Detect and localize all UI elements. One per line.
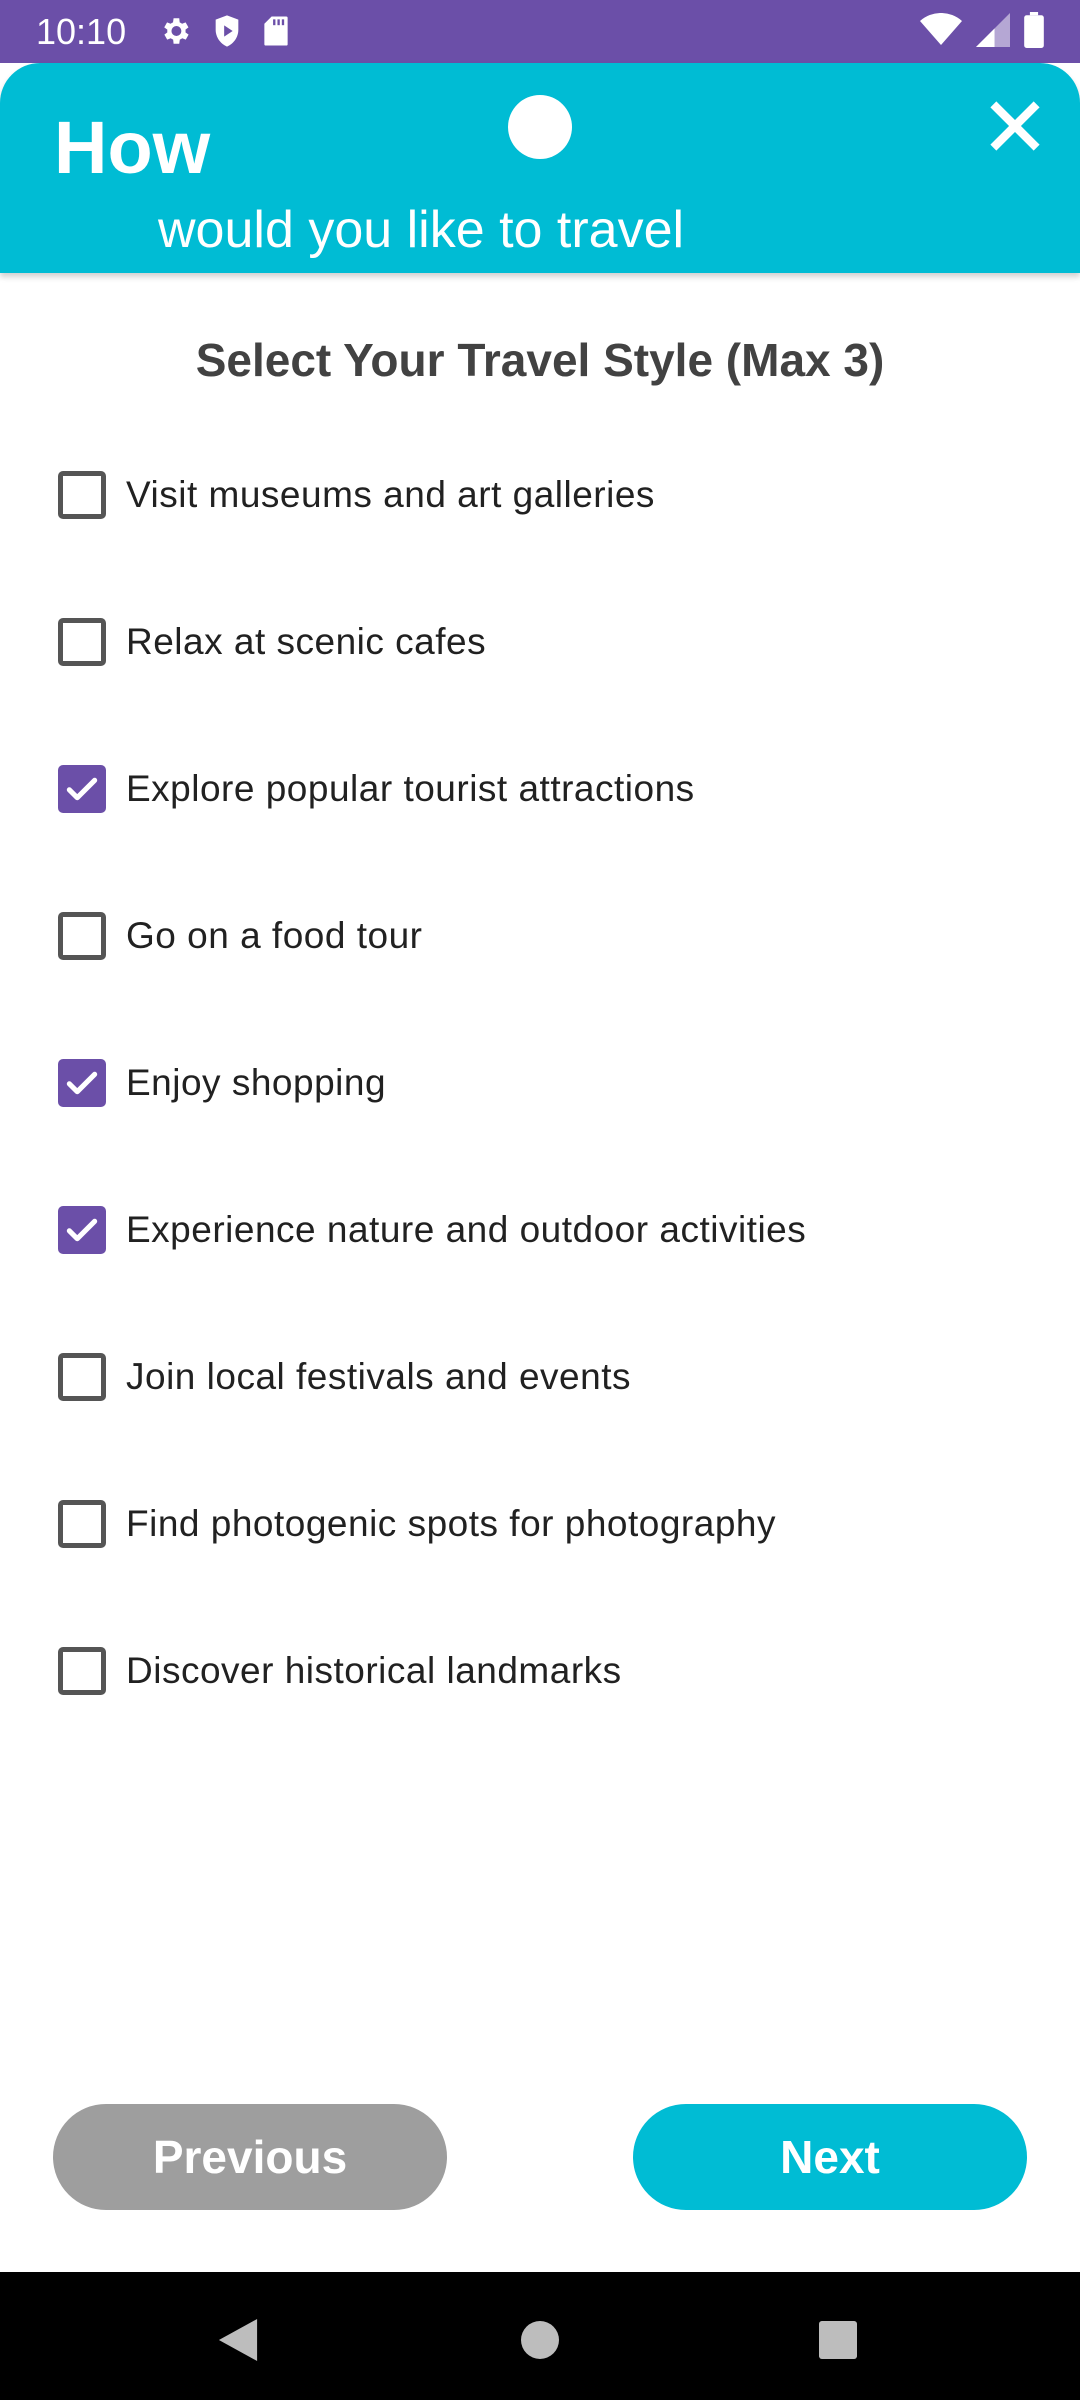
gear-icon bbox=[158, 14, 192, 48]
previous-button[interactable]: Previous bbox=[53, 2104, 447, 2210]
recents-button[interactable] bbox=[808, 2312, 868, 2372]
checkbox[interactable] bbox=[58, 765, 106, 813]
back-button[interactable] bbox=[208, 2312, 268, 2372]
home-button[interactable] bbox=[510, 2312, 570, 2372]
page-subtitle: would you like to travel bbox=[158, 201, 685, 259]
option-label: Experience nature and outdoor activities bbox=[126, 1209, 807, 1250]
option-label: Find photogenic spots for photography bbox=[126, 1503, 776, 1544]
option-attractions[interactable]: Explore popular tourist attractions bbox=[58, 760, 1038, 907]
option-label: Visit museums and art galleries bbox=[126, 474, 655, 515]
status-bar: 10:10 bbox=[0, 0, 1080, 63]
travel-style-list: Visit museums and art galleries Relax at… bbox=[58, 466, 1038, 1789]
section-title: Select Your Travel Style (Max 3) bbox=[195, 334, 885, 386]
shield-icon bbox=[212, 14, 242, 48]
checkbox[interactable] bbox=[58, 618, 106, 666]
next-button[interactable]: Next bbox=[633, 2104, 1027, 2210]
wifi-icon bbox=[920, 13, 962, 47]
sd-card-icon bbox=[262, 15, 290, 47]
checkbox[interactable] bbox=[58, 1647, 106, 1695]
signal-icon bbox=[976, 13, 1010, 47]
close-icon bbox=[987, 98, 1043, 159]
option-label: Enjoy shopping bbox=[126, 1062, 387, 1103]
option-nature[interactable]: Experience nature and outdoor activities bbox=[58, 1201, 1038, 1348]
battery-icon bbox=[1024, 12, 1044, 48]
option-festivals[interactable]: Join local festivals and events bbox=[58, 1348, 1038, 1495]
check-icon bbox=[66, 1071, 98, 1095]
status-icons-left bbox=[158, 14, 290, 48]
checkbox[interactable] bbox=[58, 1206, 106, 1254]
checkbox[interactable] bbox=[58, 1353, 106, 1401]
recents-icon bbox=[819, 2320, 857, 2364]
option-museums[interactable]: Visit museums and art galleries bbox=[58, 466, 1038, 613]
status-time: 10:10 bbox=[36, 11, 127, 52]
option-label: Discover historical landmarks bbox=[126, 1650, 622, 1691]
option-label: Relax at scenic cafes bbox=[126, 621, 487, 662]
checkbox[interactable] bbox=[58, 471, 106, 519]
option-food-tour[interactable]: Go on a food tour bbox=[58, 907, 1038, 1054]
option-label: Explore popular tourist attractions bbox=[126, 768, 695, 809]
home-icon bbox=[521, 2320, 559, 2364]
system-nav-bar bbox=[0, 2272, 1080, 2400]
option-photography[interactable]: Find photogenic spots for photography bbox=[58, 1495, 1038, 1642]
option-landmarks[interactable]: Discover historical landmarks bbox=[58, 1642, 1038, 1789]
header: How would you like to travel bbox=[0, 63, 1080, 273]
checkbox[interactable] bbox=[58, 912, 106, 960]
back-icon bbox=[218, 2318, 258, 2366]
page-title: How bbox=[54, 106, 211, 189]
option-label: Go on a food tour bbox=[126, 915, 423, 956]
checkbox[interactable] bbox=[58, 1059, 106, 1107]
camera-cutout bbox=[508, 95, 572, 159]
check-icon bbox=[66, 1218, 98, 1242]
option-shopping[interactable]: Enjoy shopping bbox=[58, 1054, 1038, 1201]
checkbox[interactable] bbox=[58, 1500, 106, 1548]
close-button[interactable] bbox=[980, 93, 1050, 163]
check-icon bbox=[66, 777, 98, 801]
option-label: Join local festivals and events bbox=[126, 1356, 631, 1397]
option-cafes[interactable]: Relax at scenic cafes bbox=[58, 613, 1038, 760]
status-icons-right bbox=[920, 12, 1044, 48]
